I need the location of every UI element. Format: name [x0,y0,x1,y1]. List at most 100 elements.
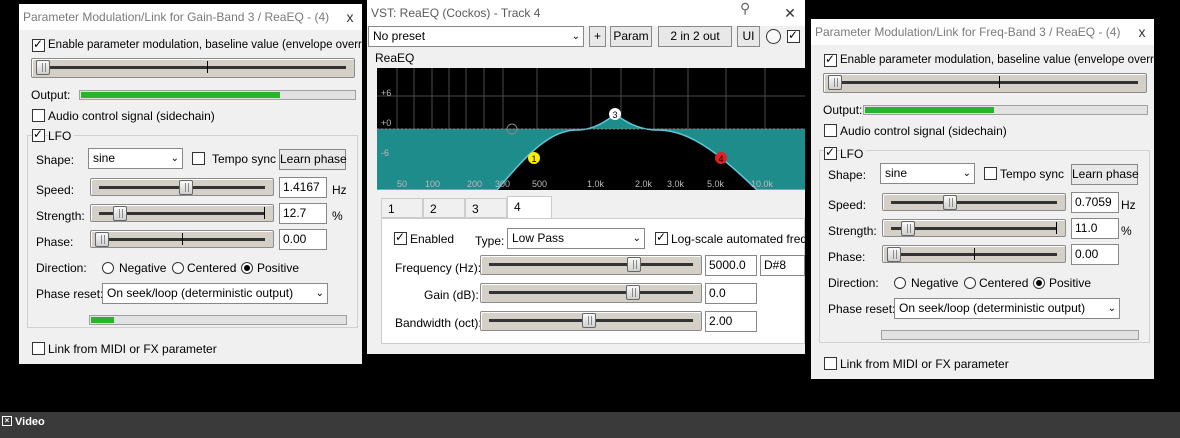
speed-input[interactable]: 1.4167 [279,177,327,198]
close-button[interactable]: x [1133,23,1151,41]
strength-slider-thumb[interactable] [901,221,915,236]
phase-slider[interactable] [90,230,274,248]
band-3-node-label: 3 [612,110,617,120]
frequency-slider-thumb[interactable] [627,257,641,272]
direction-positive-label: Positive [1049,276,1092,290]
band-enabled-checkbox[interactable] [394,230,407,245]
frequency-input[interactable]: 5000.0 [705,255,757,276]
direction-negative-radio[interactable] [894,277,906,289]
preset-select[interactable]: No preset ⌄ [368,26,584,47]
param-button[interactable]: Param [610,26,652,47]
phase-reset-select[interactable]: On seek/loop (deterministic output) ⌄ [894,298,1120,319]
wet-knob-icon[interactable] [766,29,781,44]
bandwidth-slider-thumb[interactable] [582,313,596,328]
docker-bar: × Video [0,412,1180,438]
frequency-slider[interactable] [480,255,702,275]
baseline-slider[interactable] [31,58,355,78]
speed-slider[interactable] [882,193,1066,211]
baseline-slider-thumb[interactable] [828,75,842,90]
band-tab-2[interactable]: 2 [423,198,465,218]
lfo-checkbox[interactable] [32,127,45,142]
strength-input[interactable]: 11.0 [1071,218,1119,239]
tempo-sync-checkbox[interactable] [984,167,997,180]
tempo-sync-checkbox[interactable] [192,152,205,165]
direction-positive-label: Positive [257,261,300,275]
eq-freq-label: 5.0k [707,179,725,189]
direction-positive-radio[interactable] [241,262,253,274]
enable-mod-checkbox[interactable] [32,37,45,52]
direction-negative-label: Negative [119,261,167,275]
band-1-node-label: 1 [531,154,536,164]
strength-unit: % [1121,224,1132,238]
phase-input[interactable]: 0.00 [1071,244,1119,265]
speed-input[interactable]: 0.7059 [1071,192,1119,213]
chevron-down-icon: ⌄ [571,31,580,42]
phase-slider-thumb[interactable] [887,247,901,262]
eq-db-label: -6 [381,148,389,158]
add-preset-button[interactable]: + [589,26,606,47]
eq-graph[interactable]: +6 +0 -6 50 100 200 300 500 1.0k 2.0k 3.0k 5.0k 10.… [377,68,805,190]
strength-slider[interactable] [90,204,274,222]
direction-negative-radio[interactable] [102,262,114,274]
logscale-checkbox[interactable] [655,230,668,245]
phase-reset-label: Phase reset: [36,287,104,301]
direction-label: Direction: [828,276,879,290]
eq-freq-label: 1.0k [587,179,605,189]
phase-slider-thumb[interactable] [95,232,109,247]
note-input[interactable]: D#8 [760,255,805,276]
phase-reset-select[interactable]: On seek/loop (deterministic output) ⌄ [102,283,328,304]
close-button[interactable]: ✕ [781,4,799,22]
gain-input[interactable]: 0.0 [705,283,757,304]
bandwidth-input[interactable]: 2.00 [705,311,757,332]
output-label: Output: [31,88,71,102]
baseline-slider-thumb[interactable] [36,60,50,75]
close-button[interactable]: x [341,8,359,26]
pin-icon[interactable]: ⚲ [740,0,750,17]
mod-window-gain: Parameter Modulation/Link for Gain-Band … [19,4,390,364]
learn-phase-button[interactable]: Learn phase [1071,164,1139,185]
speed-slider[interactable] [90,178,274,196]
phase-input[interactable]: 0.00 [279,229,327,250]
learn-phase-button[interactable]: Learn phase [279,149,347,170]
bandwidth-slider[interactable] [480,311,702,331]
lfo-meter [89,315,347,325]
shape-label: Shape: [36,153,75,167]
eq-freq-label: 300 [495,179,510,189]
type-label: Type: [475,234,505,248]
direction-centered-label: Centered [187,261,237,275]
audio-control-checkbox[interactable] [32,109,45,122]
phase-label: Phase: [36,235,74,249]
chevron-down-icon: ⌄ [170,153,179,164]
lfo-checkbox[interactable] [824,145,837,160]
link-label: Link from MIDI or FX parameter [48,342,217,356]
bypass-checkbox[interactable] [787,28,800,43]
shape-select[interactable]: sine ⌄ [88,148,183,169]
strength-slider-thumb[interactable] [113,206,127,221]
speed-label: Speed: [828,198,867,212]
band-tab-3[interactable]: 3 [465,198,507,218]
speed-slider-thumb[interactable] [179,180,193,195]
ui-button[interactable]: UI [737,26,760,47]
band-type-select[interactable]: Low Pass ⌄ [507,228,645,249]
direction-centered-radio[interactable] [964,277,976,289]
tempo-sync-label: Tempo sync [1000,167,1065,181]
video-close-icon[interactable]: × [2,416,12,426]
band-tab-1[interactable]: 1 [381,198,423,218]
gain-slider-thumb[interactable] [626,285,640,300]
shape-select[interactable]: sine ⌄ [880,163,975,184]
io-button[interactable]: 2 in 2 out [658,26,732,47]
link-checkbox[interactable] [824,357,837,370]
speed-slider-thumb[interactable] [943,195,957,210]
phase-slider[interactable] [882,245,1066,263]
strength-slider[interactable] [882,219,1066,237]
link-checkbox[interactable] [32,342,45,355]
video-tab-label[interactable]: Video [15,413,45,431]
baseline-slider[interactable] [823,73,1147,93]
enable-mod-checkbox[interactable] [824,52,837,67]
band-tab-4[interactable]: 4 [507,196,552,218]
strength-input[interactable]: 12.7 [279,203,327,224]
direction-centered-radio[interactable] [172,262,184,274]
gain-slider[interactable] [480,283,702,303]
audio-control-checkbox[interactable] [824,124,837,137]
direction-positive-radio[interactable] [1033,277,1045,289]
